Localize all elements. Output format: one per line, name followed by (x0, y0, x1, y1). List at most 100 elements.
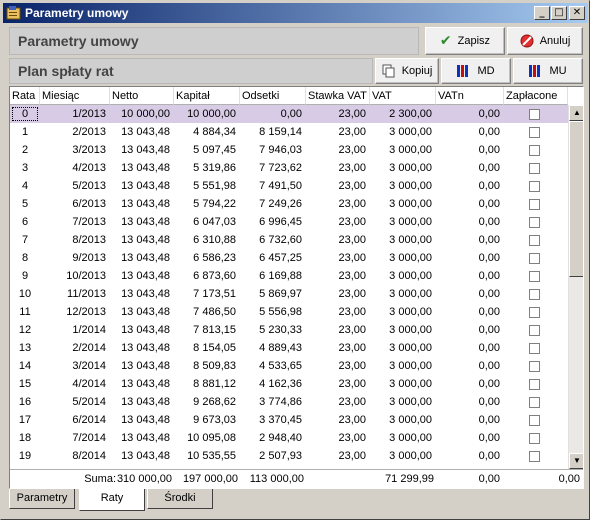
table-row[interactable]: 6 7/2013 13 043,48 6 047,03 6 996,45 23,00 3 0… (10, 213, 568, 231)
table-row[interactable]: 14 3/2014 13 043,48 8 509,83 4 533,65 23,00 3 … (10, 357, 568, 375)
tab-srodki[interactable]: Środki (147, 489, 213, 509)
paid-checkbox[interactable] (529, 325, 540, 336)
cell-rata: 19 (18, 450, 32, 462)
cell-stawka-vat: 23,00 (338, 342, 366, 354)
cell-vatn: 0,00 (478, 396, 500, 408)
table-row[interactable]: 12 1/2014 13 043,48 7 813,15 5 230,33 23,00 3 … (10, 321, 568, 339)
paid-checkbox[interactable] (529, 433, 540, 444)
paid-checkbox[interactable] (529, 379, 540, 390)
column-header-netto[interactable]: Netto (110, 87, 174, 105)
cell-kapital: 6 047,03 (193, 216, 236, 228)
cell-netto: 13 043,48 (121, 450, 170, 462)
tab-parametry[interactable]: Parametry (9, 489, 75, 509)
cell-vat: 3 000,00 (389, 162, 432, 174)
table-row[interactable]: 0 1/2013 10 000,00 10 000,00 0,00 23,00 2 300,… (10, 105, 568, 123)
cell-stawka-vat: 23,00 (338, 180, 366, 192)
paid-checkbox[interactable] (529, 289, 540, 300)
md-button[interactable]: MD (441, 58, 511, 84)
cell-odsetki: 6 457,25 (259, 252, 302, 264)
table-row[interactable]: 3 4/2013 13 043,48 5 319,86 7 723,62 23,00 3 0… (10, 159, 568, 177)
cell-rata: 4 (21, 180, 29, 192)
cell-miesiac: 11/2013 (67, 288, 106, 300)
column-header-zaplacone[interactable]: Zapłacone (504, 87, 568, 105)
table-row[interactable]: 13 2/2014 13 043,48 8 154,05 4 889,43 23,00 3 … (10, 339, 568, 357)
cell-odsetki: 5 230,33 (259, 324, 302, 336)
cell-vat: 3 000,00 (389, 180, 432, 192)
cell-rata: 1 (21, 126, 29, 138)
paid-checkbox[interactable] (529, 307, 540, 318)
paid-checkbox[interactable] (529, 145, 540, 156)
title-bar[interactable]: Parametry umowy _ □ ✕ (3, 3, 588, 23)
column-header-rata[interactable]: Rata (10, 87, 40, 105)
paid-checkbox[interactable] (529, 361, 540, 372)
scroll-down-button[interactable]: ▼ (569, 453, 583, 469)
table-row[interactable]: 17 6/2014 13 043,48 9 673,03 3 370,45 23,00 3 … (10, 411, 568, 429)
paid-checkbox[interactable] (529, 199, 540, 210)
table-row[interactable]: 19 8/2014 13 043,48 10 535,55 2 507,93 23,00 3… (10, 447, 568, 465)
column-header-stawka-vat[interactable]: Stawka VAT (306, 87, 370, 105)
cell-vatn: 0,00 (478, 162, 500, 174)
cell-odsetki: 4 162,36 (259, 378, 302, 390)
table-row[interactable]: 15 4/2014 13 043,48 8 881,12 4 162,36 23,00 3 … (10, 375, 568, 393)
table-row[interactable]: 11 12/2013 13 043,48 7 486,50 5 556,98 23,00 3… (10, 303, 568, 321)
header: Parametry umowy ✔ Zapisz Anuluj (9, 27, 583, 55)
paid-checkbox[interactable] (529, 217, 540, 228)
paid-checkbox[interactable] (529, 343, 540, 354)
paid-checkbox[interactable] (529, 109, 540, 120)
cell-miesiac: 1/2014 (72, 324, 106, 336)
scroll-up-button[interactable]: ▲ (569, 105, 583, 121)
minimize-button[interactable]: _ (534, 6, 550, 20)
cell-rata: 0 (10, 105, 40, 123)
paid-checkbox[interactable] (529, 235, 540, 246)
paid-checkbox[interactable] (529, 253, 540, 264)
column-header-vat[interactable]: VAT (370, 87, 436, 105)
table-row[interactable]: 10 11/2013 13 043,48 7 173,51 5 869,97 23,00 3… (10, 285, 568, 303)
table-row[interactable]: 2 3/2013 13 043,48 5 097,45 7 946,03 23,00 3 0… (10, 141, 568, 159)
sum-odsetki: 113 000,00 (249, 473, 304, 485)
cell-netto: 13 043,48 (121, 234, 170, 246)
paid-checkbox[interactable] (529, 163, 540, 174)
table-row[interactable]: 18 7/2014 13 043,48 10 095,08 2 948,40 23,00 3… (10, 429, 568, 447)
table-row[interactable]: 8 9/2013 13 043,48 6 586,23 6 457,25 23,00 3 0… (10, 249, 568, 267)
plan-header: Plan spłaty rat Kopiuj MD MU (9, 58, 583, 84)
paid-checkbox[interactable] (529, 415, 540, 426)
paid-checkbox[interactable] (529, 271, 540, 282)
column-header-vatn[interactable]: VATn (436, 87, 504, 105)
table-row[interactable]: 9 10/2013 13 043,48 6 873,60 6 169,88 23,00 3 … (10, 267, 568, 285)
table-row[interactable]: 5 6/2013 13 043,48 5 794,22 7 249,26 23,00 3 0… (10, 195, 568, 213)
paid-checkbox[interactable] (529, 397, 540, 408)
table-row[interactable]: 7 8/2013 13 043,48 6 310,88 6 732,60 23,00 3 0… (10, 231, 568, 249)
cell-vatn: 0,00 (478, 450, 500, 462)
close-button[interactable]: ✕ (569, 6, 585, 20)
mu-button[interactable]: MU (513, 58, 583, 84)
cell-netto: 13 043,48 (121, 198, 170, 210)
arrow-up-icon: ▲ (573, 108, 581, 117)
cell-netto: 13 043,48 (121, 306, 170, 318)
maximize-button[interactable]: □ (551, 6, 567, 20)
vertical-scrollbar[interactable]: ▲ ▼ (568, 105, 583, 469)
table-row[interactable]: 4 5/2013 13 043,48 5 551,98 7 491,50 23,00 3 0… (10, 177, 568, 195)
paid-checkbox[interactable] (529, 451, 540, 462)
cell-miesiac: 8/2013 (72, 234, 106, 246)
cancel-icon (520, 34, 534, 48)
installments-table[interactable]: Rata Miesiąc Netto Kapitał Odsetki Stawka VAT… (9, 86, 584, 489)
cell-vat: 3 000,00 (389, 252, 432, 264)
arrow-down-icon: ▼ (573, 456, 581, 465)
column-header-odsetki[interactable]: Odsetki (240, 87, 306, 105)
cell-stawka-vat: 23,00 (338, 270, 366, 282)
paid-checkbox[interactable] (529, 181, 540, 192)
tab-raty[interactable]: Raty (79, 489, 145, 511)
paid-checkbox[interactable] (529, 127, 540, 138)
save-button[interactable]: ✔ Zapisz (425, 27, 505, 55)
cancel-button[interactable]: Anuluj (507, 27, 583, 55)
cell-vat: 3 000,00 (389, 360, 432, 372)
column-header-kapital[interactable]: Kapitał (174, 87, 240, 105)
cell-rata: 11 (19, 306, 31, 318)
table-row[interactable]: 1 2/2013 13 043,48 4 884,34 8 159,14 23,00 3 0… (10, 123, 568, 141)
scroll-thumb[interactable] (569, 121, 583, 277)
column-header-miesiac[interactable]: Miesiąc (40, 87, 110, 105)
sum-zaplacone: 0,00 (558, 473, 580, 485)
copy-button[interactable]: Kopiuj (375, 58, 439, 84)
cell-kapital: 6 873,60 (193, 270, 236, 282)
table-row[interactable]: 16 5/2014 13 043,48 9 268,62 3 774,86 23,00 3 … (10, 393, 568, 411)
